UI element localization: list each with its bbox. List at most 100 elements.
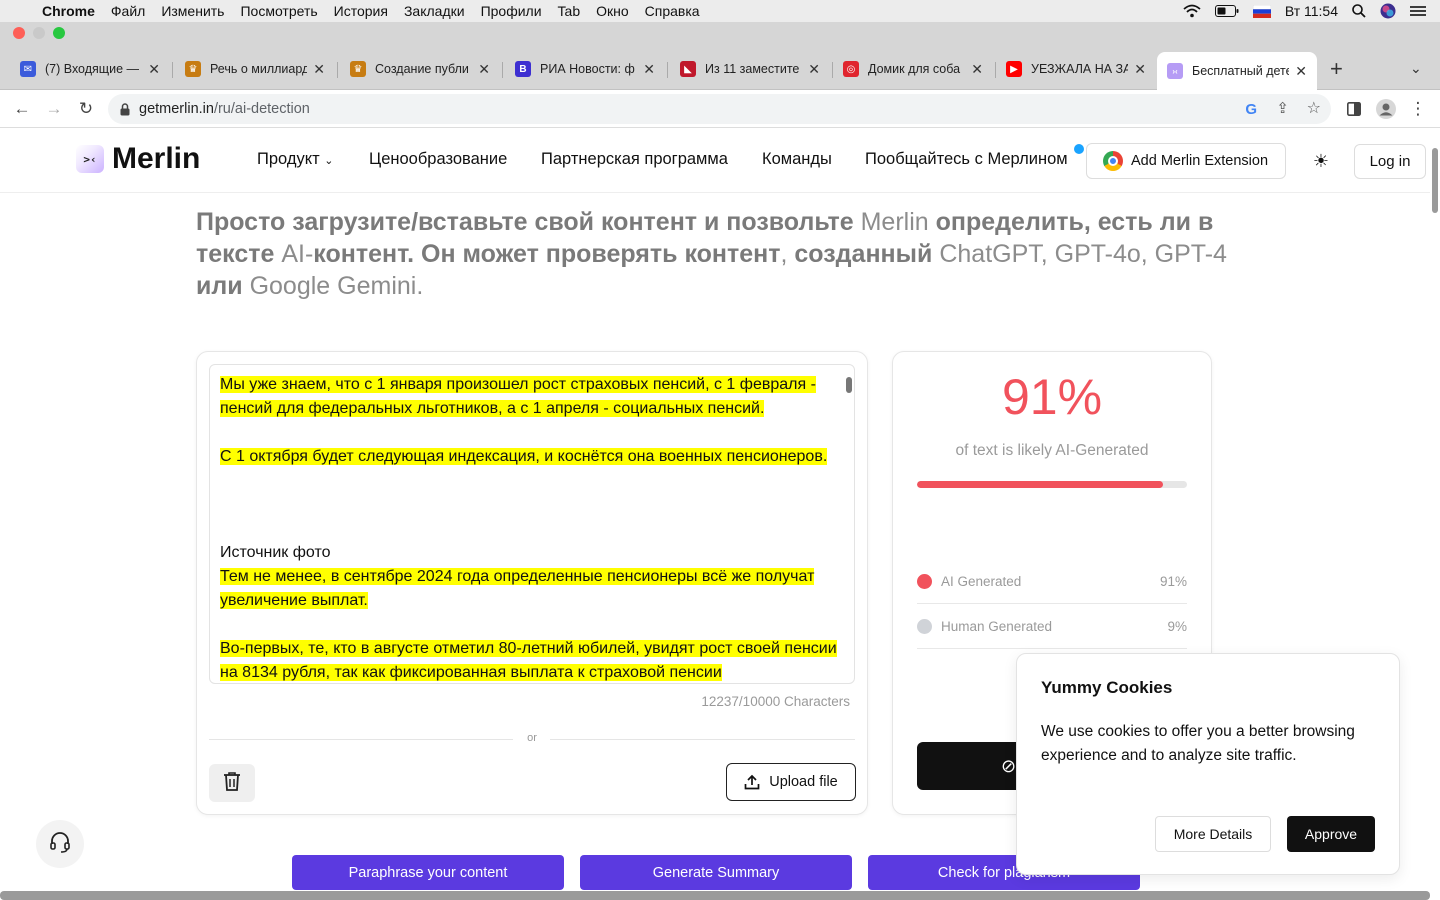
menu-window[interactable]: Окно (588, 3, 637, 19)
lock-icon[interactable] (120, 102, 130, 116)
paraphrase-button[interactable]: Paraphrase your content (292, 855, 564, 890)
browser-tab[interactable]: ▶ УЕЗЖАЛА НА ЗА ✕ (996, 54, 1156, 84)
menu-app-name[interactable]: Chrome (34, 3, 103, 19)
menu-view[interactable]: Посмотреть (232, 3, 325, 19)
kebab-menu-icon[interactable]: ⋮ (1406, 97, 1430, 121)
google-lens-icon[interactable]: G (1245, 101, 1257, 118)
battery-icon[interactable] (1214, 3, 1239, 19)
highlighted-text: Тем не менее, в сентябре 2024 года опред… (220, 568, 815, 609)
close-tab-icon[interactable]: ✕ (1289, 63, 1307, 80)
tab-divider (667, 62, 668, 78)
maximize-window-button[interactable] (53, 27, 65, 39)
merlin-logo[interactable]: >‹ Merlin (76, 142, 200, 176)
youtube-icon: ▶ (1006, 61, 1022, 77)
sun-theme-icon[interactable]: ☀ (1310, 150, 1332, 172)
nav-affiliate[interactable]: Партнерская программа (541, 150, 728, 169)
browser-tab[interactable]: ♛ Создание публи ✕ (340, 54, 500, 84)
close-window-button[interactable] (13, 27, 25, 39)
menu-bookmarks[interactable]: Закладки (396, 3, 473, 19)
clear-text-button[interactable] (209, 764, 255, 802)
nav-teams[interactable]: Команды (762, 150, 832, 169)
approve-button[interactable]: Approve (1287, 816, 1375, 852)
editor-paragraph: Источник фото (220, 541, 840, 565)
close-tab-icon[interactable]: ✕ (142, 61, 160, 78)
close-tab-icon[interactable]: ✕ (1128, 61, 1146, 78)
add-extension-label: Add Merlin Extension (1131, 153, 1269, 169)
profile-avatar-icon[interactable] (1374, 97, 1398, 121)
legend-label: Human Generated (941, 619, 1053, 634)
reload-icon[interactable]: ↻ (74, 97, 98, 121)
forward-arrow-icon[interactable]: → (42, 97, 66, 121)
subhead-part: Просто загрузите/вставьте свой контент и… (196, 208, 861, 236)
menu-help[interactable]: Справка (637, 3, 708, 19)
character-count: 12237/10000 Characters (701, 694, 850, 709)
window-titlebar (0, 22, 1440, 44)
logo-text: Merlin (112, 142, 201, 175)
siri-icon[interactable] (1380, 3, 1396, 19)
browser-tab-active[interactable]: ›‹ Бесплатный дете ✕ (1157, 52, 1317, 90)
upload-file-button[interactable]: Upload file (726, 763, 856, 801)
human-color-dot (917, 619, 932, 634)
russian-flag-icon[interactable] (1252, 3, 1271, 19)
more-details-button[interactable]: More Details (1155, 816, 1271, 852)
menubar-tray: Вт 11:54 (1183, 0, 1440, 22)
close-tab-icon[interactable]: ✕ (965, 61, 983, 78)
close-tab-icon[interactable]: ✕ (307, 61, 325, 78)
spotlight-search-icon[interactable] (1352, 3, 1366, 19)
horizontal-scrollbar[interactable] (0, 891, 1430, 900)
menu-profiles[interactable]: Профили (473, 3, 550, 19)
close-tab-icon[interactable]: ✕ (637, 61, 655, 78)
vertical-scrollbar[interactable] (1432, 148, 1438, 213)
browser-tab[interactable]: ◎ Домик для соба ✕ (833, 54, 993, 84)
browser-tab[interactable]: ◣ Из 11 заместите ✕ (670, 54, 830, 84)
shield-icon: ♛ (185, 61, 201, 77)
control-center-icon[interactable] (1410, 3, 1426, 19)
login-button[interactable]: Log in (1354, 144, 1426, 179)
tab-title: (7) Входящие — (45, 62, 139, 76)
nav-chat[interactable]: Пообщайтесь с Мерлином (865, 150, 1068, 169)
flag-icon: ◣ (680, 61, 696, 77)
close-tab-icon[interactable]: ✕ (472, 61, 490, 78)
highlighted-text: Во-первых, те, кто в августе отметил 80-… (220, 640, 837, 681)
clock-text[interactable]: Вт 11:54 (1285, 3, 1338, 19)
nav-pricing[interactable]: Ценообразование (369, 150, 507, 169)
tab-title: Из 11 заместите (705, 62, 800, 76)
add-extension-button[interactable]: Add Merlin Extension (1086, 143, 1286, 179)
menu-file[interactable]: Файл (103, 3, 153, 19)
editor-paragraph (220, 493, 840, 517)
notification-dot (1074, 144, 1084, 154)
divider-line (209, 739, 513, 740)
browser-tab[interactable]: ✉ (7) Входящие — ✕ (10, 54, 170, 84)
minimize-window-button[interactable] (33, 27, 45, 39)
side-panel-icon[interactable] (1342, 97, 1366, 121)
nav-product-label: Продукт (257, 150, 320, 168)
back-arrow-icon[interactable]: ← (10, 97, 34, 121)
nav-product[interactable]: Продукт ⌄ (257, 150, 334, 169)
editor-scrollbar[interactable] (846, 377, 852, 393)
browser-tab[interactable]: ♛ Речь о миллиард ✕ (175, 54, 335, 84)
text-input-area[interactable]: Мы уже знаем, что с 1 января произошел р… (209, 364, 855, 684)
bookmark-star-icon[interactable]: ☆ (1307, 98, 1321, 118)
browser-tab[interactable]: B РИА Новости: ф ✕ (505, 54, 665, 84)
tab-search-chevron-icon[interactable]: ⌄ (1410, 60, 1422, 77)
new-tab-plus-icon[interactable]: + (1330, 56, 1343, 82)
legend-value: 91% (1159, 574, 1187, 589)
ai-progress-fill (917, 481, 1163, 488)
close-tab-icon[interactable]: ✕ (802, 61, 820, 78)
chrome-logo-icon (1103, 151, 1123, 171)
generate-summary-button[interactable]: Generate Summary (580, 855, 852, 890)
wifi-icon[interactable] (1183, 3, 1201, 19)
menu-edit[interactable]: Изменить (153, 3, 232, 19)
menu-tab[interactable]: Tab (550, 3, 589, 19)
plain-text: Источник фото (220, 544, 331, 561)
address-bar[interactable]: getmerlin.in/ru/ai-detection G ⇪ ☆ (108, 94, 1331, 124)
editor-paragraph: Во-первых, те, кто в августе отметил 80-… (220, 637, 840, 683)
menu-history[interactable]: История (326, 3, 396, 19)
support-chat-button[interactable] (36, 820, 84, 868)
subhead-part: AI- (281, 240, 314, 268)
share-icon[interactable]: ⇪ (1276, 99, 1289, 117)
ai-percentage-caption: of text is likely AI-Generated (955, 442, 1149, 459)
tab-title: Создание публи (375, 62, 469, 76)
legend-label: AI Generated (941, 574, 1022, 589)
site-header: >‹ Merlin Продукт ⌄ Ценообразование Парт… (0, 128, 1430, 193)
